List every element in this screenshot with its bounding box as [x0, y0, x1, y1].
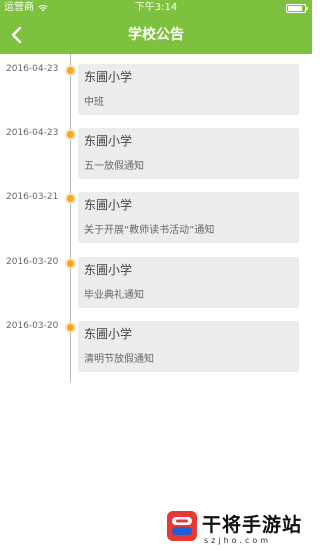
announcement-card[interactable]: 东圃小学 中班 [78, 64, 299, 115]
watermark-title: 干将手游站 [202, 514, 303, 536]
announcement-school: 东圃小学 [84, 263, 133, 277]
list-item: 2016-04-23 东圃小学 五一放假通知 [0, 118, 312, 180]
announcement-school: 东圃小学 [84, 198, 133, 212]
timeline-dot-icon [65, 65, 76, 76]
timeline-dot-icon [65, 193, 76, 204]
announcement-title: 五一放假通知 [84, 161, 144, 172]
announcement-school: 东圃小学 [84, 70, 133, 84]
nav-bar: 学校公告 [0, 16, 312, 54]
announcement-card[interactable]: 东圃小学 清明节放假通知 [78, 321, 299, 372]
announcement-title: 毕业典礼通知 [84, 290, 144, 301]
announcement-date: 2016-04-23 [6, 128, 59, 138]
list-item: 2016-04-23 东圃小学 中班 [0, 54, 312, 116]
status-bar: 运营商 下午3:14 [0, 0, 312, 16]
list-item: 2016-03-20 东圃小学 毕业典礼通知 [0, 247, 312, 309]
page-title: 学校公告 [128, 27, 184, 43]
list-item: 2016-03-21 东圃小学 关于开展“教师读书活动”通知 [0, 182, 312, 244]
brand-logo-icon [167, 511, 197, 541]
announcement-date: 2016-03-20 [6, 257, 59, 267]
watermark: 干将手游站 szjho.com [166, 506, 312, 550]
announcement-school: 东圃小学 [84, 134, 133, 148]
announcement-date: 2016-03-20 [6, 321, 59, 331]
announcement-title: 中班 [84, 97, 104, 108]
battery-icon [286, 4, 308, 13]
announcement-timeline: 2016-04-23 东圃小学 中班 2016-04-23 东圃小学 五一放假通… [0, 54, 312, 384]
timeline-dot-icon [65, 322, 76, 333]
announcement-title: 关于开展“教师读书活动”通知 [84, 225, 215, 236]
announcement-date: 2016-04-23 [6, 64, 59, 74]
watermark-url: szjho.com [204, 536, 272, 545]
status-time: 下午3:14 [134, 2, 178, 13]
announcement-card[interactable]: 东圃小学 毕业典礼通知 [78, 257, 299, 308]
announcement-date: 2016-03-21 [6, 192, 59, 202]
list-item: 2016-03-20 东圃小学 清明节放假通知 [0, 311, 312, 373]
announcement-school: 东圃小学 [84, 327, 133, 341]
announcement-title: 清明节放假通知 [84, 354, 154, 365]
timeline-dot-icon [65, 258, 76, 269]
announcement-card[interactable]: 东圃小学 关于开展“教师读书活动”通知 [78, 192, 299, 243]
timeline-dot-icon [65, 129, 76, 140]
announcement-card[interactable]: 东圃小学 五一放假通知 [78, 128, 299, 179]
